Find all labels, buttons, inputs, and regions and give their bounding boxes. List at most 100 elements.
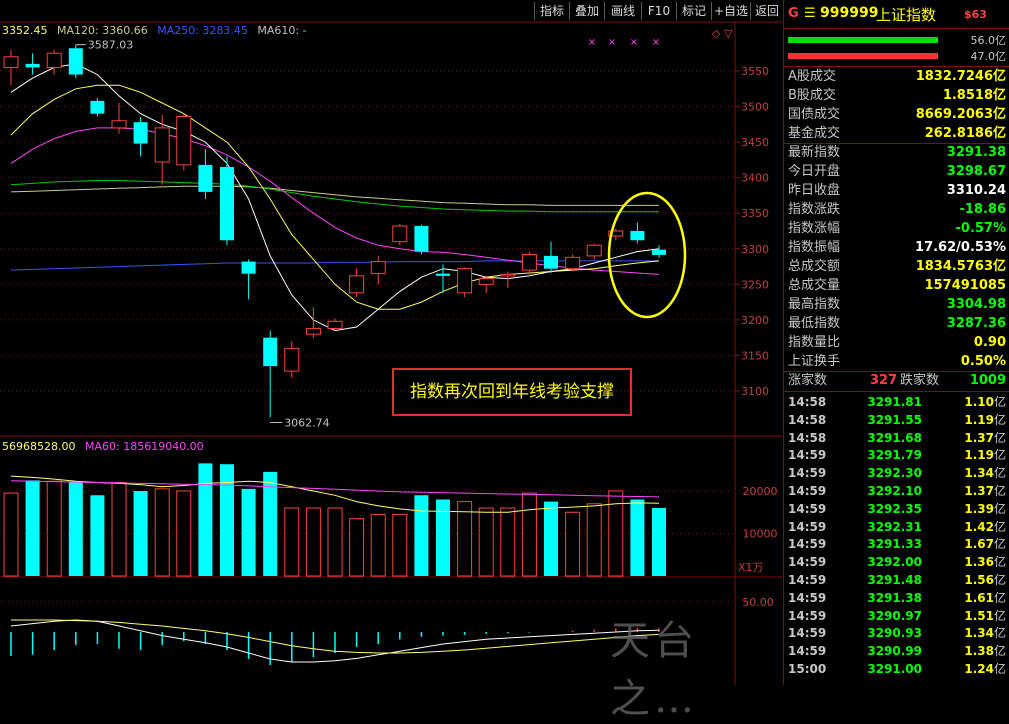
volume-bar-up [370,513,386,577]
candle-body-up [478,278,494,285]
add-watchlist-button[interactable]: +自选 [711,2,750,20]
candle-body-down [25,63,40,68]
stat-row: 总成交量 157491085 [784,277,1009,295]
tick-unit: 亿 [993,626,1006,641]
chart-canvas[interactable]: 3550 3500 3450 3400 3350 3300 3250 3200 3150 3100… [0,0,782,685]
stat-row: 指数涨跌 -18.86 [784,201,1009,219]
stat-label: B股成交 [788,88,836,103]
tick-unit: 亿 [993,519,1006,534]
stat-label: 国债成交 [788,107,841,122]
price-axis-label: 3250 [741,278,769,291]
volume-bar-up [176,490,192,577]
quote-panel: G ☰ 999999 上证指数 $63 56.0亿 47.0亿 A股成交 1832… [783,0,1009,685]
f10-button[interactable]: F10 [641,2,676,20]
triangle-down-icon: ▽ [724,27,733,40]
candle-body-up [565,256,581,270]
tick-row: 14:59 3292.31 1.42亿 [784,518,1009,536]
volume-bar-down [630,499,645,576]
volume-bar-down [544,501,558,576]
candle-body-down [544,255,558,269]
signal-marker: × [630,37,638,48]
tick-volume: 1.37 [964,430,994,445]
tick-row: 14:59 3290.97 1.51亿 [784,607,1009,625]
volume-bar-up [392,513,408,577]
stock-code: 999999 [820,5,879,21]
tick-time: 14:59 [788,484,827,498]
stat-value: 3304.98 [946,297,1006,312]
stat-label: 总成交量 [788,278,841,293]
tick-volume: 1.67 [964,537,994,552]
tick-volume: 1.19 [964,448,994,463]
tick-row: 14:59 3291.79 1.19亿 [784,446,1009,464]
ma250-value: MA250: 3283.45 [157,24,248,37]
volume-bar-down [25,480,40,576]
ma5-line [10,63,660,332]
volume-bar-down [652,508,666,576]
candle-body-up [111,120,127,129]
tick-time: 14:59 [788,537,827,552]
tick-volume: 1.19 [964,412,994,427]
tick-time: 14:59 [788,626,827,641]
tick-row: 14:59 3291.38 1.61亿 [784,589,1009,607]
tick-volume: 1.10 [964,395,994,409]
tick-price: 3292.35 [867,501,922,516]
stat-row: 最低指数 3287.36 [784,315,1009,333]
volume-ma60-value: MA60: 185619040.00 [84,440,204,453]
stat-row: 指数振幅 17.62/0.53% [784,239,1009,257]
mark-button[interactable]: 标记 [676,2,711,20]
ma250-line [10,260,659,271]
stat-row: 指数涨幅 -0.57% [784,220,1009,238]
tick-price: 3291.33 [867,537,922,552]
volume-bar-up [457,501,473,577]
tick-volume: 1.51 [964,608,994,623]
ma60-line [10,180,659,213]
decline-label: 跌家数 [900,373,940,388]
volume-bar-up [586,503,602,577]
stat-label: 指数振幅 [788,240,841,255]
stat-value: 0.50% [960,354,1006,369]
volume-bar-up [46,480,62,577]
tick-time: 14:58 [788,395,827,409]
tick-price: 3291.79 [867,448,922,463]
price-axis-label: 3300 [741,243,769,256]
volume-ma5-line [10,475,660,513]
panel-header: G ☰ 999999 上证指数 $63 [784,0,1009,28]
tick-price: 3290.99 [867,644,922,659]
volume-bar-up [349,518,365,577]
stat-row: 国债成交 8669.2063亿 [784,106,1009,124]
signal-marker: × [588,37,596,48]
kline-chart-area[interactable]: 3550 3500 3450 3400 3350 3300 3250 3200 3150 3100… [0,0,783,722]
tick-price: 3291.38 [867,590,922,605]
tick-volume: 1.42 [964,519,994,534]
candle-body-up [305,327,321,335]
ma120-line [10,185,659,206]
tick-time: 14:59 [788,644,827,659]
candle-body-down [652,249,666,255]
tick-time: 14:59 [788,608,827,623]
volume-bar-down [68,482,83,576]
overlay-button[interactable]: 叠加 [569,2,604,20]
stat-label: A股成交 [788,69,836,84]
price-axis-label: 3500 [741,101,769,114]
tick-unit: 亿 [993,466,1006,481]
menu-icon[interactable]: ☰ [804,6,816,21]
stat-row: A股成交 1832.7246亿 [784,68,1009,86]
tick-row: 14:59 3292.30 1.34亿 [784,464,1009,482]
tick-volume: 1.24 [964,662,994,676]
header-tag: $63 [964,8,987,21]
stat-value: 1834.5763亿 [915,259,1006,274]
stat-label: 上证换手 [788,354,841,369]
volume-axis-label: 10000 [743,528,778,541]
tick-row: 14:59 3291.48 1.56亿 [784,571,1009,589]
tick-volume: 1.38 [964,644,994,659]
stat-value: 3310.24 [946,183,1006,198]
ma-a-value: 3352.45 [2,24,48,37]
indicator-button[interactable]: 指标 [534,2,569,20]
draw-line-button[interactable]: 画线 [604,2,641,20]
tick-time: 14:59 [788,501,827,516]
back-button[interactable]: 返回 [750,2,783,20]
tick-unit: 亿 [993,448,1006,463]
candle-body-down [198,164,213,192]
tick-volume: 1.56 [964,573,994,587]
volume-bar-up [3,492,19,577]
